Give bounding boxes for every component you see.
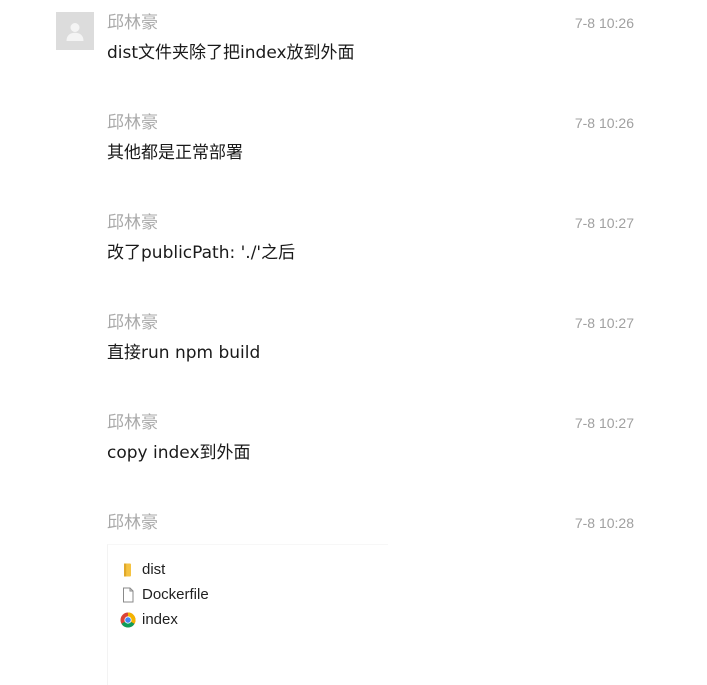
timestamp: 7-8 10:26	[574, 15, 634, 31]
timestamp: 7-8 10:26	[574, 115, 634, 131]
message-text: dist文件夹除了把index放到外面	[107, 43, 355, 63]
message-text: 改了publicPath: './'之后	[107, 243, 296, 263]
avatar[interactable]	[56, 12, 94, 50]
sender-name[interactable]: 邱林豪	[107, 412, 637, 434]
timestamp: 7-8 10:27	[574, 215, 634, 231]
chrome-icon	[119, 611, 137, 629]
file-name: Dockerfile	[142, 586, 209, 603]
message: 邱林豪 7-8 10:26 其他都是正常部署	[107, 112, 637, 165]
sender-name[interactable]: 邱林豪	[107, 312, 637, 334]
message: 邱林豪 7-8 10:28 dist Dockerfile index	[107, 512, 637, 685]
message: 邱林豪 7-8 10:27 直接run npm build	[107, 312, 637, 365]
sender-name[interactable]: 邱林豪	[107, 212, 637, 234]
sender-name[interactable]: 邱林豪	[107, 512, 637, 534]
timestamp: 7-8 10:27	[574, 315, 634, 331]
message: 邱林豪 7-8 10:27 copy index到外面	[107, 412, 637, 465]
file-name: index	[142, 611, 178, 628]
folder-icon	[119, 561, 137, 579]
message-text: copy index到外面	[107, 443, 251, 463]
file-icon	[119, 586, 137, 604]
image-attachment[interactable]: dist Dockerfile index	[107, 544, 388, 685]
user-icon	[66, 23, 84, 41]
file-item: Dockerfile	[108, 582, 388, 607]
file-item: index	[108, 607, 388, 632]
message-text: 直接run npm build	[107, 343, 261, 363]
sender-name[interactable]: 邱林豪	[107, 12, 637, 34]
file-item: dist	[108, 557, 388, 582]
file-name: dist	[142, 561, 166, 578]
message: 邱林豪 7-8 10:26 dist文件夹除了把index放到外面	[107, 12, 637, 65]
timestamp: 7-8 10:27	[574, 415, 634, 431]
message-text: 其他都是正常部署	[107, 143, 243, 163]
timestamp: 7-8 10:28	[574, 515, 634, 531]
sender-name[interactable]: 邱林豪	[107, 112, 637, 134]
message: 邱林豪 7-8 10:27 改了publicPath: './'之后	[107, 212, 637, 265]
